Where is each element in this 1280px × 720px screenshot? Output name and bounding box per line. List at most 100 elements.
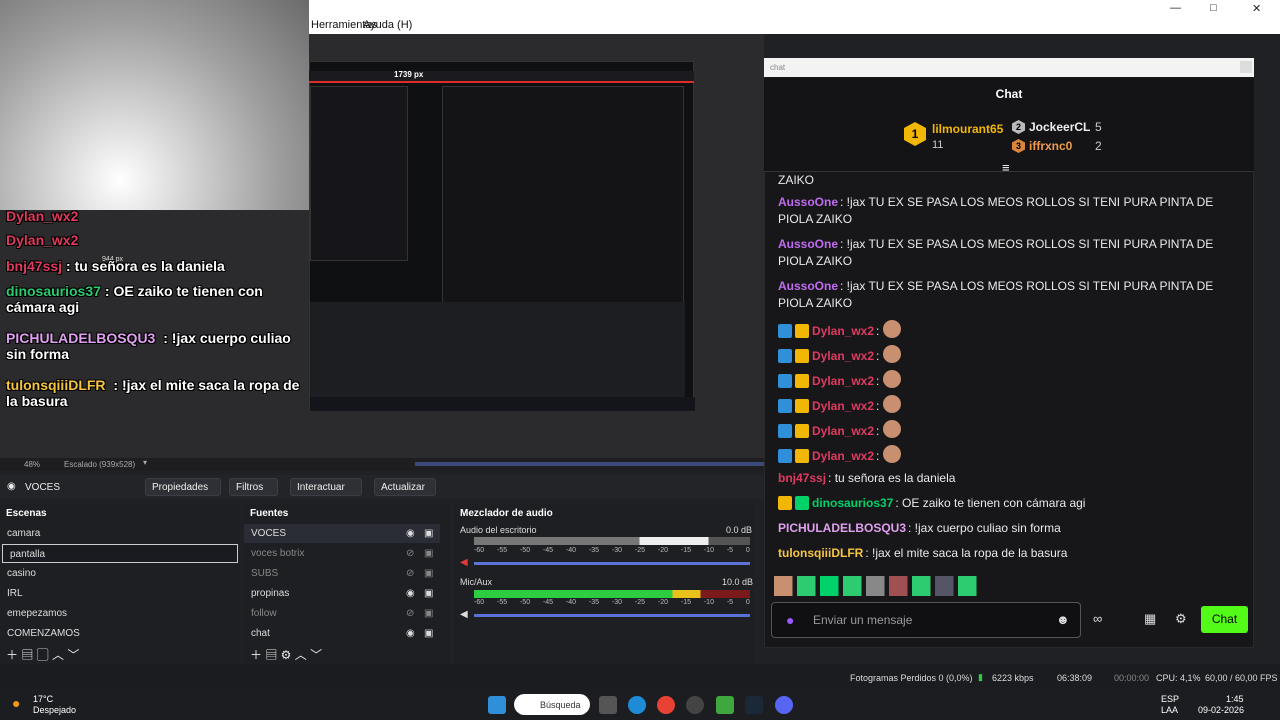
- overlay-message: dinosaurios37: OE zaiko te tienen con cá…: [6, 283, 263, 315]
- emote-icon: [882, 320, 901, 338]
- nested-ruler: 1739 px: [309, 70, 694, 83]
- windows-start-icon[interactable]: [488, 696, 506, 714]
- bitrate: 6223 kbps: [992, 673, 1034, 683]
- scene-item[interactable]: camara: [0, 524, 240, 543]
- source-controls[interactable]: ＋ ▤ ⚙ ︿ ﹀: [244, 646, 444, 665]
- rank-badge: 3: [1012, 139, 1025, 153]
- infinity-icon[interactable]: ∞: [1093, 611, 1102, 626]
- source-item[interactable]: chat ◉ ▣: [244, 624, 440, 643]
- lock-icon[interactable]: ▣: [424, 628, 433, 639]
- edge-icon[interactable]: [628, 696, 646, 714]
- obs-icon[interactable]: [686, 696, 704, 714]
- properties-button[interactable]: Propiedades: [145, 478, 221, 496]
- emote-icon: [882, 345, 901, 363]
- scaling-mode[interactable]: Escalado (939x528): [64, 460, 135, 469]
- moderator-badge-icon: [778, 424, 792, 438]
- discord-icon[interactable]: [775, 696, 793, 714]
- menu-ayuda[interactable]: Ayuda (H): [363, 19, 412, 31]
- eye-icon[interactable]: ◉: [406, 628, 415, 639]
- microphone-icon[interactable]: ●: [786, 612, 794, 628]
- eye-icon[interactable]: ◉: [406, 588, 415, 599]
- source-label: SUBS: [251, 568, 279, 579]
- scene-item[interactable]: IRL: [0, 584, 240, 603]
- sources-title: Fuentes: [250, 508, 289, 519]
- source-item[interactable]: voces botrix ⊘ ▣: [244, 544, 440, 563]
- emote-icon: [882, 370, 901, 388]
- leader-name: iffrxnc0: [1029, 139, 1073, 153]
- minimize-button[interactable]: —: [1170, 2, 1181, 14]
- source-item[interactable]: VOCES ◉ ▣: [244, 524, 440, 543]
- nested-capture: [309, 61, 695, 411]
- close-icon[interactable]: [1240, 61, 1252, 73]
- minecraft-icon[interactable]: [716, 696, 734, 714]
- lock-icon[interactable]: ▣: [424, 588, 433, 599]
- language[interactable]: ESP: [1161, 694, 1179, 704]
- interact-button[interactable]: Interactuar: [290, 478, 362, 496]
- chat-send-button[interactable]: Chat: [1201, 606, 1248, 633]
- signal-icon: ▮: [978, 672, 983, 682]
- close-button[interactable]: ✕: [1252, 2, 1261, 15]
- gear-icon[interactable]: ⚙: [1175, 611, 1187, 627]
- eye-hidden-icon[interactable]: ⊘: [406, 548, 414, 559]
- lock-icon[interactable]: ▣: [424, 568, 433, 579]
- task-view-icon[interactable]: [599, 696, 617, 714]
- overlay-message: bnj47ssj: tu señora es la daniela: [6, 258, 225, 274]
- scene-controls[interactable]: ＋ ▤ ▢ ︿ ﹀: [0, 646, 240, 665]
- chevron-down-icon[interactable]: ▾: [143, 458, 147, 467]
- chrome-icon[interactable]: [657, 696, 675, 714]
- scene-item-selected[interactable]: pantalla: [2, 544, 238, 563]
- source-item[interactable]: follow ⊘ ▣: [244, 604, 440, 623]
- channel-name: Audio del escritorio: [460, 525, 537, 535]
- zoom-level[interactable]: 48%: [24, 460, 40, 469]
- overlay-message: tulonsqiiiDLFR : !jax el mite saca la ro…: [6, 377, 300, 409]
- leader-name: lilmourant65: [932, 122, 1004, 136]
- volume-slider[interactable]: [474, 614, 750, 617]
- source-item[interactable]: SUBS ⊘ ▣: [244, 564, 440, 583]
- chat-input[interactable]: ● Enviar un mensaje ☻: [771, 602, 1081, 638]
- rank-badge: 1: [904, 122, 926, 146]
- weather-text: Despejado: [33, 705, 77, 715]
- scene-item[interactable]: emepezamos: [0, 604, 240, 623]
- weather-icon: ●: [12, 695, 21, 711]
- crown-badge-icon: [795, 349, 809, 363]
- search-box[interactable]: Búsqueda: [514, 694, 590, 715]
- search-label: Búsqueda: [540, 700, 581, 710]
- store-icon[interactable]: ▦: [1144, 611, 1156, 627]
- eye-hidden-icon[interactable]: ⊘: [406, 568, 414, 579]
- clock-time[interactable]: 1:45: [1226, 694, 1244, 704]
- scene-item[interactable]: casino: [0, 564, 240, 583]
- chat-message: AussoOne: !jax TU EX SE PASA LOS MEOS RO…: [778, 237, 1214, 268]
- leader-count: 2: [1095, 139, 1102, 153]
- speaker-icon[interactable]: ◀: [460, 609, 468, 620]
- emoji-icon[interactable]: ☻: [1056, 612, 1070, 627]
- filters-button[interactable]: Filtros: [229, 478, 278, 496]
- preview-scrollbar[interactable]: [415, 462, 764, 466]
- chat-message: AussoOne: !jax TU EX SE PASA LOS MEOS RO…: [778, 279, 1214, 310]
- moderator-badge-icon: [778, 324, 792, 338]
- volume-slider[interactable]: [474, 562, 750, 565]
- sources-panel: Fuentes VOCES ◉ ▣ voces botrix ⊘ ▣ SUBS ⊘ ▣ pr…: [244, 504, 450, 664]
- chat-message: Dylan_wx2:: [778, 345, 1228, 365]
- eye-hidden-icon[interactable]: ⊘: [406, 608, 414, 619]
- steam-icon[interactable]: [745, 696, 763, 714]
- chat-message: bnj47ssj: tu señora es la daniela: [778, 471, 956, 485]
- chat-message: Dylan_wx2:: [778, 445, 1228, 465]
- chat-message: ZAIKO: [778, 173, 815, 187]
- emote-bar[interactable]: [774, 576, 1004, 596]
- lock-icon[interactable]: ▣: [424, 528, 433, 539]
- emote-icon: [882, 420, 901, 438]
- lock-icon[interactable]: ▣: [424, 548, 433, 559]
- meter-ticks: -60 -55 -50 -45 -40 -35 -30 -25 -20 -15 -10 -5 0: [474, 599, 750, 606]
- source-item[interactable]: propinas ◉ ▣: [244, 584, 440, 603]
- scenes-panel: Escenas camara pantalla casino IRL emepe…: [0, 504, 240, 664]
- scene-item[interactable]: COMENZAMOS: [0, 624, 240, 643]
- audio-meter: [474, 590, 750, 598]
- speaker-muted-icon[interactable]: ◀: [460, 557, 468, 568]
- leaderboard: 1 lilmourant65 11 2 JockeerCL 5 3 iffrxn…: [764, 108, 1254, 175]
- eye-icon[interactable]: ◉: [406, 528, 415, 539]
- cpu-usage: CPU: 4,1%: [1156, 673, 1201, 683]
- maximize-button[interactable]: □: [1210, 2, 1217, 14]
- lock-icon[interactable]: ▣: [424, 608, 433, 619]
- source-label: voces botrix: [251, 548, 305, 559]
- refresh-button[interactable]: Actualizar: [374, 478, 436, 496]
